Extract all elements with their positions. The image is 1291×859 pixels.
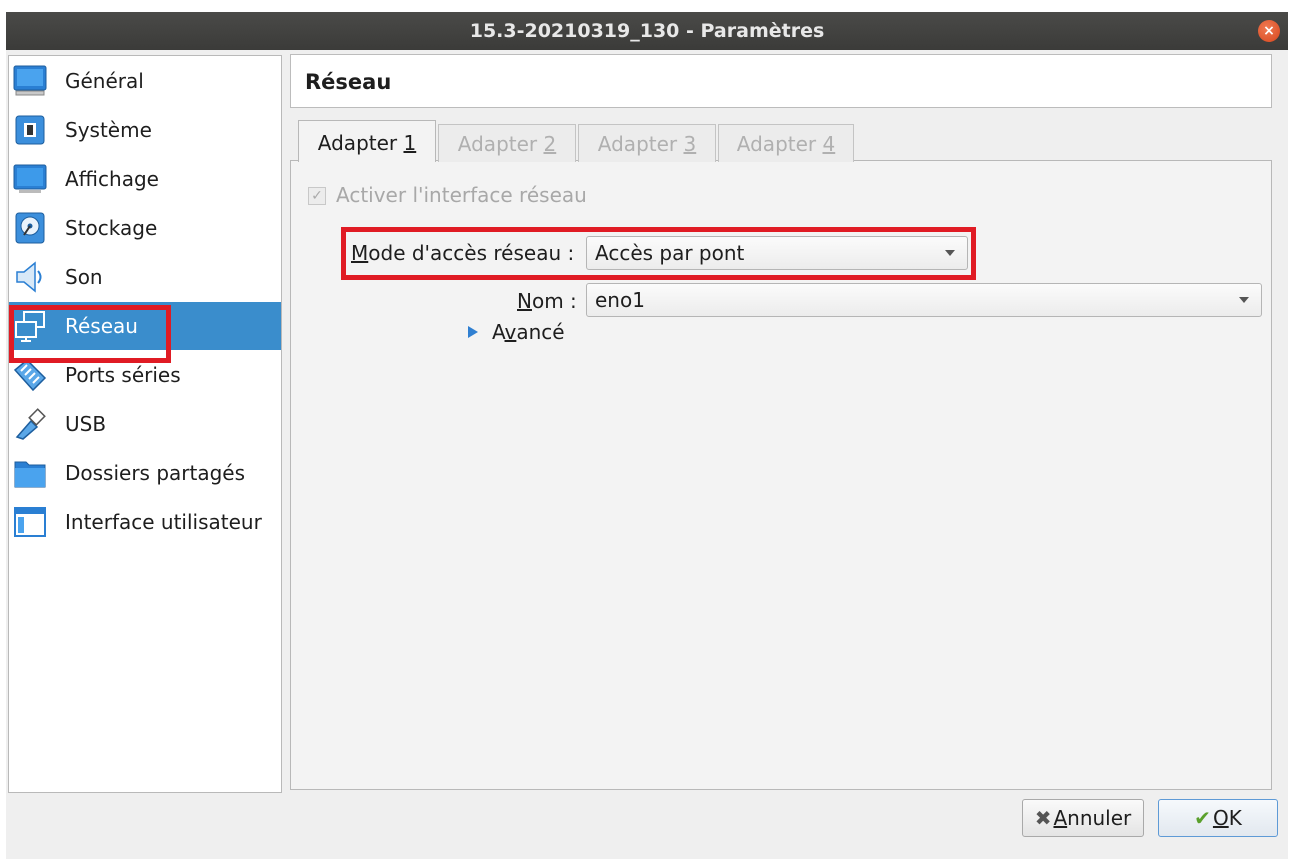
chevron-down-icon bbox=[945, 250, 955, 256]
tab-label: Adapter bbox=[597, 132, 684, 156]
window-title: 15.3-20210319_130 - Paramètres bbox=[469, 20, 825, 42]
sidebar-item-shared-folders[interactable]: Dossiers partagés bbox=[9, 449, 281, 497]
attachment-mode-select[interactable]: Accès par pont bbox=[586, 236, 968, 270]
sidebar-item-sound[interactable]: Son bbox=[9, 253, 281, 301]
serial-port-icon bbox=[13, 358, 47, 392]
mnemonic: A bbox=[1053, 806, 1068, 830]
adapter-name-value: eno1 bbox=[595, 288, 645, 312]
mnemonic: M bbox=[351, 241, 369, 265]
enable-adapter-checkbox[interactable]: ✓ bbox=[308, 187, 326, 205]
tab-label: Adapter bbox=[736, 132, 823, 156]
button-label: K bbox=[1228, 806, 1242, 830]
title-bar[interactable]: 15.3-20210319_130 - Paramètres × bbox=[6, 12, 1288, 50]
usb-icon bbox=[15, 408, 46, 440]
sidebar-item-user-interface[interactable]: Interface utilisateur bbox=[9, 498, 281, 546]
tab-adapter-4[interactable]: Adapter 4 bbox=[718, 124, 854, 162]
disk-icon bbox=[15, 212, 45, 244]
close-button[interactable]: × bbox=[1258, 20, 1280, 42]
folder-icon bbox=[14, 461, 46, 488]
tab-mnemonic: 1 bbox=[403, 131, 417, 155]
monitor-icon bbox=[13, 65, 47, 96]
tab-adapter-1[interactable]: Adapter 1 bbox=[298, 120, 436, 162]
sidebar-item-label: USB bbox=[65, 412, 107, 436]
sidebar-item-label: Son bbox=[65, 265, 103, 289]
tab-adapter-3[interactable]: Adapter 3 bbox=[578, 124, 716, 162]
adapter-name-label: Nom : bbox=[517, 286, 577, 316]
close-icon: × bbox=[1263, 23, 1275, 39]
label-text: om : bbox=[531, 289, 577, 313]
tab-adapter-2[interactable]: Adapter 2 bbox=[438, 124, 576, 162]
check-icon: ✓ bbox=[311, 188, 323, 204]
advanced-expander[interactable]: Avancé bbox=[492, 318, 565, 346]
button-label: nnuler bbox=[1067, 806, 1132, 830]
tab-mnemonic: 4 bbox=[822, 132, 836, 156]
label-text: A bbox=[492, 320, 505, 344]
sidebar-item-label: Système bbox=[65, 118, 152, 142]
chip-icon bbox=[15, 115, 45, 145]
page-header: Réseau bbox=[290, 54, 1272, 108]
tab-mnemonic: 3 bbox=[683, 132, 697, 156]
sidebar-item-label: Affichage bbox=[65, 167, 159, 191]
display-icon bbox=[13, 164, 47, 193]
sidebar-item-serial-ports[interactable]: Ports séries bbox=[9, 351, 281, 399]
cancel-button[interactable]: ✖ Annuler bbox=[1022, 799, 1144, 837]
enable-adapter-label: Activer l'interface réseau bbox=[336, 183, 587, 207]
sidebar-item-label: Stockage bbox=[65, 216, 158, 240]
chevron-down-icon bbox=[1239, 297, 1249, 303]
sidebar-item-display[interactable]: Affichage bbox=[9, 155, 281, 203]
sidebar-item-network[interactable]: Réseau bbox=[9, 302, 281, 350]
sidebar-item-system[interactable]: Système bbox=[9, 106, 281, 154]
sidebar-item-usb[interactable]: USB bbox=[9, 400, 281, 448]
sidebar-item-storage[interactable]: Stockage bbox=[9, 204, 281, 252]
ok-button[interactable]: ✔ OK bbox=[1158, 799, 1278, 837]
cancel-icon: ✖ bbox=[1034, 806, 1052, 830]
page-title: Réseau bbox=[305, 70, 392, 94]
sidebar-item-label: Général bbox=[65, 69, 144, 93]
mnemonic: O bbox=[1212, 806, 1229, 830]
tab-mnemonic: 2 bbox=[543, 132, 557, 156]
settings-category-list: Général Système Affichage Stockage Son R… bbox=[8, 55, 282, 793]
sidebar-item-label: Réseau bbox=[65, 314, 138, 338]
adapter-name-select[interactable]: eno1 bbox=[586, 283, 1262, 317]
speaker-icon bbox=[16, 261, 42, 293]
sidebar-item-label: Ports séries bbox=[65, 363, 181, 387]
sidebar-item-label: Dossiers partagés bbox=[65, 461, 246, 485]
mnemonic: N bbox=[517, 289, 532, 313]
sidebar-item-label: Interface utilisateur bbox=[65, 510, 262, 534]
tab-label: Adapter bbox=[317, 131, 404, 155]
label-text: ancé bbox=[516, 320, 565, 344]
attachment-mode-value: Accès par pont bbox=[595, 241, 745, 265]
tab-label: Adapter bbox=[457, 132, 544, 156]
window-icon bbox=[14, 507, 46, 537]
expand-arrow-icon[interactable] bbox=[468, 326, 478, 338]
attachment-mode-label: Mode d'accès réseau : bbox=[351, 238, 574, 268]
label-text: ode d'accès réseau : bbox=[368, 241, 575, 265]
mnemonic: v bbox=[504, 320, 517, 344]
checkmark-icon: ✔ bbox=[1194, 806, 1211, 830]
network-icon bbox=[15, 311, 45, 342]
sidebar-item-general[interactable]: Général bbox=[9, 57, 281, 105]
